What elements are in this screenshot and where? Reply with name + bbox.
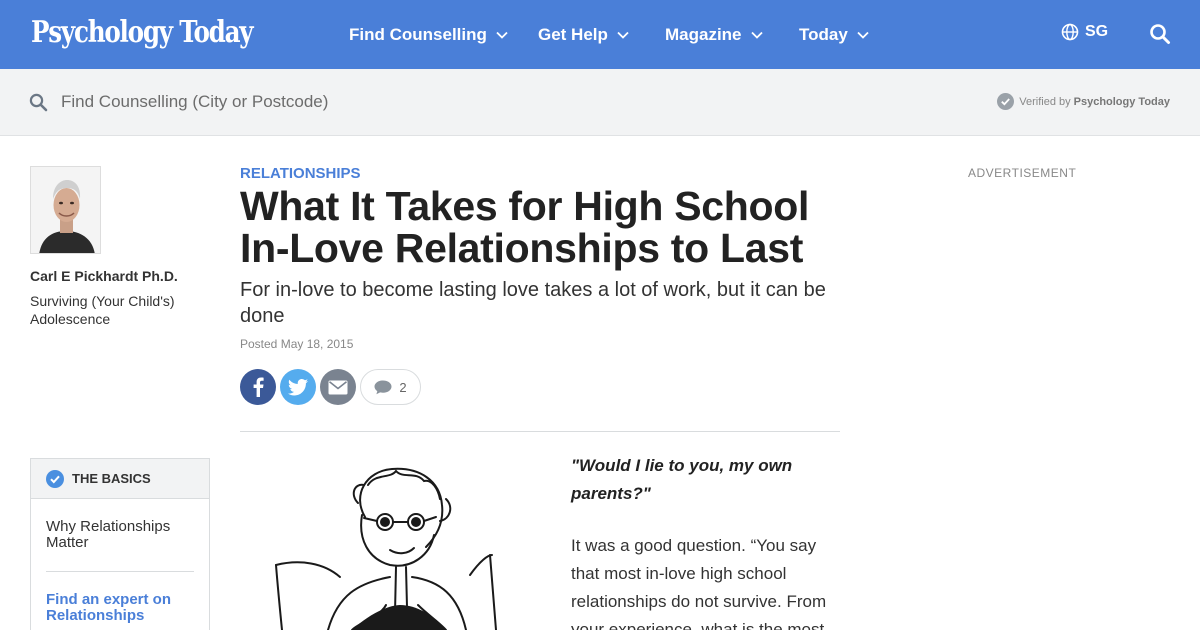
region-label: SG bbox=[1085, 23, 1109, 40]
comment-bubble-icon bbox=[374, 380, 392, 394]
article-subtitle: For in-love to become lasting love takes… bbox=[240, 279, 826, 327]
basics-heading-text: THE BASICS bbox=[72, 471, 151, 486]
comment-count: 2 bbox=[399, 379, 407, 395]
article-title: What It Takes for High School In-Love Re… bbox=[240, 183, 810, 271]
nav-find-counselling[interactable]: Find Counselling bbox=[349, 22, 508, 48]
share-facebook-button[interactable] bbox=[240, 369, 276, 405]
chevron-down-icon bbox=[857, 31, 869, 39]
region-selector[interactable]: SG bbox=[1061, 23, 1108, 41]
comments-button[interactable]: 2 bbox=[360, 369, 421, 405]
chevron-down-icon bbox=[617, 31, 629, 39]
nav-magazine[interactable]: Magazine bbox=[665, 22, 763, 48]
article-pull-quote: "Would I lie to you, my own parents?" bbox=[571, 456, 793, 503]
share-email-button[interactable] bbox=[320, 369, 356, 405]
article-body: It was a good question. “You say that mo… bbox=[571, 536, 827, 630]
advertisement-label: ADVERTISEMENT bbox=[968, 166, 1077, 180]
check-circle-icon bbox=[997, 93, 1015, 110]
basics-link-find-expert[interactable]: Find an expert on Relationships bbox=[46, 592, 196, 624]
therapist-search-bar: Verified by Psychology Today bbox=[0, 69, 1200, 136]
nav-label: Find Counselling bbox=[349, 25, 487, 44]
nav-label: Magazine bbox=[665, 25, 742, 44]
divider bbox=[240, 431, 840, 432]
envelope-icon bbox=[328, 380, 348, 394]
author-blog-name[interactable]: Surviving (Your Child's) Adolescence bbox=[30, 292, 200, 328]
nav-label: Get Help bbox=[538, 25, 608, 44]
location-search-input[interactable] bbox=[55, 87, 555, 117]
chevron-down-icon bbox=[496, 31, 508, 39]
twitter-icon bbox=[288, 378, 308, 395]
globe-icon bbox=[1061, 23, 1079, 41]
site-logo[interactable]: Psychology Today bbox=[31, 13, 254, 53]
divider bbox=[46, 571, 194, 572]
basics-heading: THE BASICS bbox=[31, 459, 209, 499]
share-twitter-button[interactable] bbox=[280, 369, 316, 405]
basics-link-why-relationships-matter[interactable]: Why Relationships Matter bbox=[46, 519, 196, 551]
nav-today[interactable]: Today bbox=[799, 22, 869, 48]
verified-badge: Verified by Psychology Today bbox=[997, 93, 1170, 110]
nav-get-help[interactable]: Get Help bbox=[538, 22, 629, 48]
the-basics-box: THE BASICS Why Relationships Matter Find… bbox=[30, 458, 210, 630]
author-avatar[interactable] bbox=[30, 166, 101, 254]
verified-prefix: Verified by bbox=[1019, 95, 1071, 108]
nav-label: Today bbox=[799, 25, 848, 44]
article-topic-link[interactable]: RELATIONSHIPS bbox=[240, 165, 361, 182]
top-navigation: Psychology Today Find Counselling Get He… bbox=[0, 0, 1200, 69]
check-circle-icon bbox=[46, 469, 64, 488]
article-illustration bbox=[240, 455, 540, 630]
facebook-icon bbox=[253, 377, 264, 397]
author-name[interactable]: Carl E Pickhardt Ph.D. bbox=[30, 268, 178, 284]
search-icon[interactable] bbox=[1149, 23, 1171, 50]
verified-brand: Psychology Today bbox=[1073, 95, 1170, 108]
search-icon bbox=[29, 93, 48, 117]
chevron-down-icon bbox=[750, 31, 763, 39]
posted-date: Posted May 18, 2015 bbox=[240, 337, 354, 351]
